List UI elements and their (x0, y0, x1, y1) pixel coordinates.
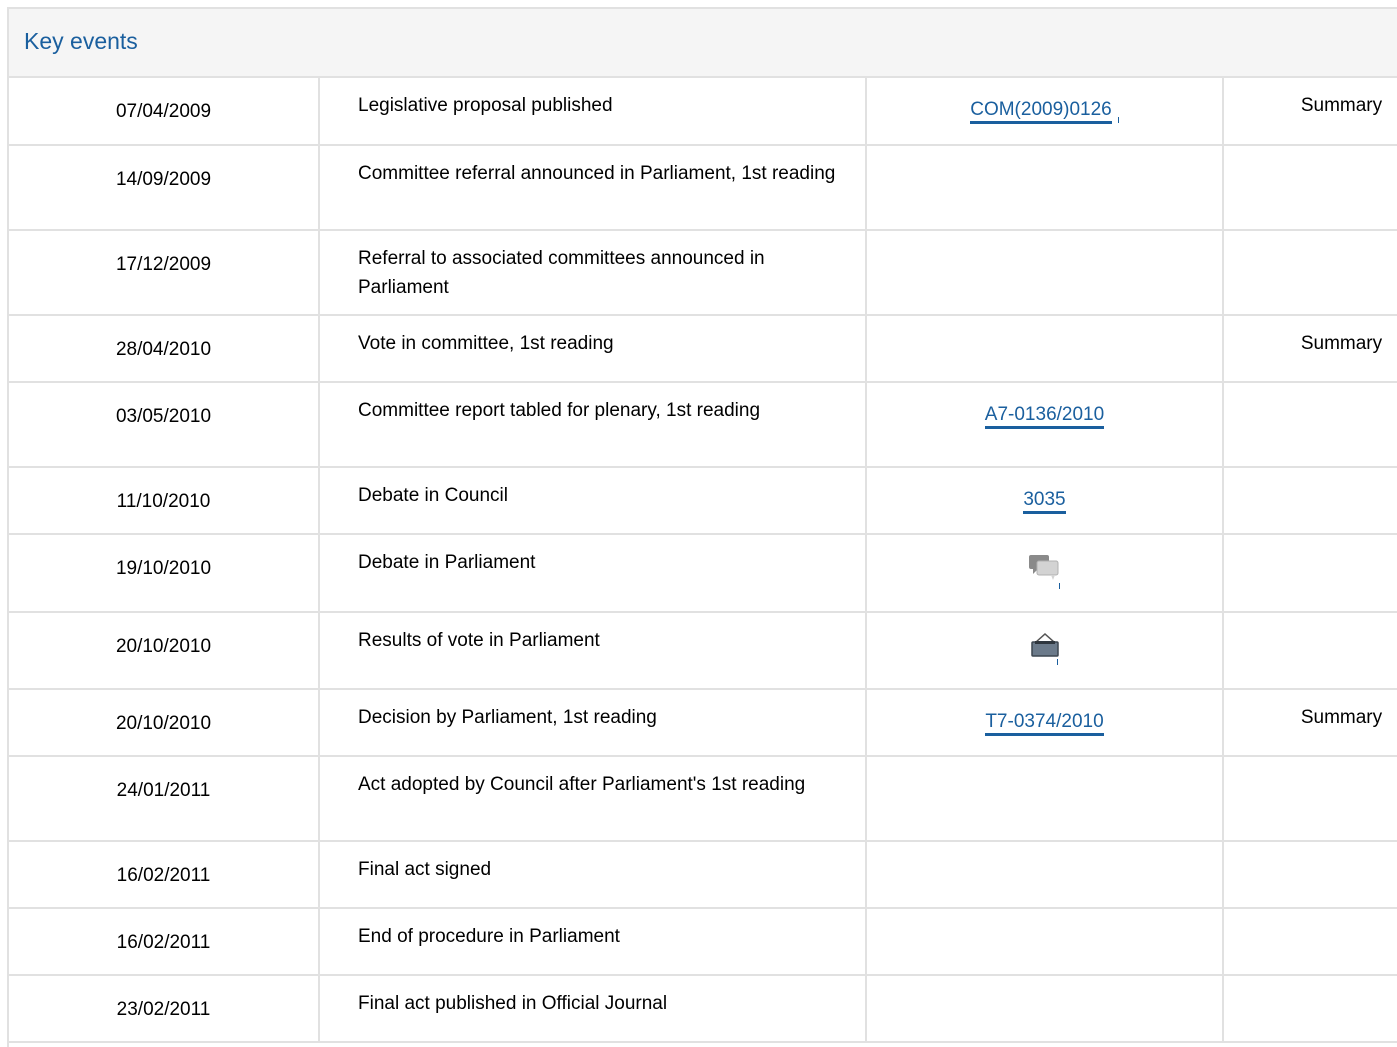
summary-cell (1223, 908, 1397, 976)
event-date: 03/05/2010 (9, 382, 320, 468)
event-description: Referral to associated committees announ… (319, 230, 867, 316)
table-row: 20/10/2010 Decision by Parliament, 1st r… (9, 689, 1397, 757)
event-description: Committee referral announced in Parliame… (319, 145, 867, 231)
table-row: 17/12/2009 Referral to associated commit… (9, 230, 1397, 316)
summary-cell (1223, 841, 1397, 909)
document-cell (866, 230, 1224, 316)
event-date: 23/02/2011 (9, 975, 320, 1043)
event-date: 14/09/2009 (9, 145, 320, 231)
debate-speech-bubbles-icon[interactable] (1027, 550, 1063, 590)
summary-cell (1223, 145, 1397, 231)
event-date: 20/10/2010 (9, 689, 320, 757)
table-row: 16/02/2011 Final act signed (9, 841, 1397, 909)
document-cell (866, 841, 1224, 909)
event-description: End of procedure in Parliament (319, 908, 867, 976)
document-link[interactable]: COM(2009)0126 (970, 99, 1112, 124)
summary-cell (1223, 230, 1397, 316)
event-date: 16/02/2011 (9, 908, 320, 976)
document-cell (866, 756, 1224, 842)
document-link[interactable]: A7-0136/2010 (984, 404, 1105, 429)
event-description: Final act published in Official Journal (319, 975, 867, 1043)
table-row: 07/04/2009 Legislative proposal publishe… (9, 78, 1397, 146)
table-row: 14/09/2009 Committee referral announced … (9, 145, 1397, 231)
key-events-panel: Key events 07/04/2009 Legislative propos… (7, 7, 1397, 1047)
ballot-box-vote-icon[interactable] (1027, 628, 1063, 668)
document-cell (866, 534, 1224, 613)
event-date: 28/04/2010 (9, 315, 320, 383)
table-row: 20/10/2010 Results of vote in Parliament (9, 612, 1397, 690)
document-cell (866, 145, 1224, 231)
event-description: Vote in committee, 1st reading (319, 315, 867, 383)
document-cell (866, 315, 1224, 383)
table-row: 28/04/2010 Vote in committee, 1st readin… (9, 315, 1397, 383)
summary-label: Summary (1223, 78, 1397, 146)
event-description: Committee report tabled for plenary, 1st… (319, 382, 867, 468)
summary-label: Summary (1223, 689, 1397, 757)
summary-label: Summary (1223, 315, 1397, 383)
document-cell (866, 612, 1224, 690)
document-cell (866, 908, 1224, 976)
panel-title: Key events (24, 28, 138, 54)
summary-cell (1223, 467, 1397, 535)
document-cell: COM(2009)0126 (866, 78, 1224, 146)
event-description: Act adopted by Council after Parliament'… (319, 756, 867, 842)
event-date: 24/01/2011 (9, 756, 320, 842)
table-row: 19/10/2010 Debate in Parliament (9, 534, 1397, 613)
summary-cell (1223, 534, 1397, 613)
event-description: Debate in Council (319, 467, 867, 535)
document-cell: T7-0374/2010 (866, 689, 1224, 757)
summary-cell (1223, 756, 1397, 842)
summary-cell (1223, 975, 1397, 1043)
event-date: 16/02/2011 (9, 841, 320, 909)
event-date: 19/10/2010 (9, 534, 320, 613)
table-row: 23/02/2011 Final act published in Offici… (9, 975, 1397, 1043)
event-description: Debate in Parliament (319, 534, 867, 613)
document-cell: 3035 (866, 467, 1224, 535)
event-description: Results of vote in Parliament (319, 612, 867, 690)
table-row: 03/05/2010 Committee report tabled for p… (9, 382, 1397, 468)
summary-cell (1223, 382, 1397, 468)
document-link[interactable]: 3035 (1023, 489, 1066, 514)
event-description: Final act signed (319, 841, 867, 909)
event-description: Legislative proposal published (319, 78, 867, 146)
event-description: Decision by Parliament, 1st reading (319, 689, 867, 757)
table-row: 24/01/2011 Act adopted by Council after … (9, 756, 1397, 842)
key-events-header: Key events (9, 9, 1397, 78)
summary-cell (1223, 612, 1397, 690)
event-date: 11/10/2010 (9, 467, 320, 535)
event-date: 20/10/2010 (9, 612, 320, 690)
event-date: 07/04/2009 (9, 78, 320, 146)
table-row: 11/10/2010 Debate in Council 3035 (9, 467, 1397, 535)
table-row: 16/02/2011 End of procedure in Parliamen… (9, 908, 1397, 976)
document-cell (866, 975, 1224, 1043)
event-date: 17/12/2009 (9, 230, 320, 316)
key-events-table: 07/04/2009 Legislative proposal publishe… (9, 78, 1397, 1043)
document-cell: A7-0136/2010 (866, 382, 1224, 468)
document-link[interactable]: T7-0374/2010 (985, 711, 1104, 736)
